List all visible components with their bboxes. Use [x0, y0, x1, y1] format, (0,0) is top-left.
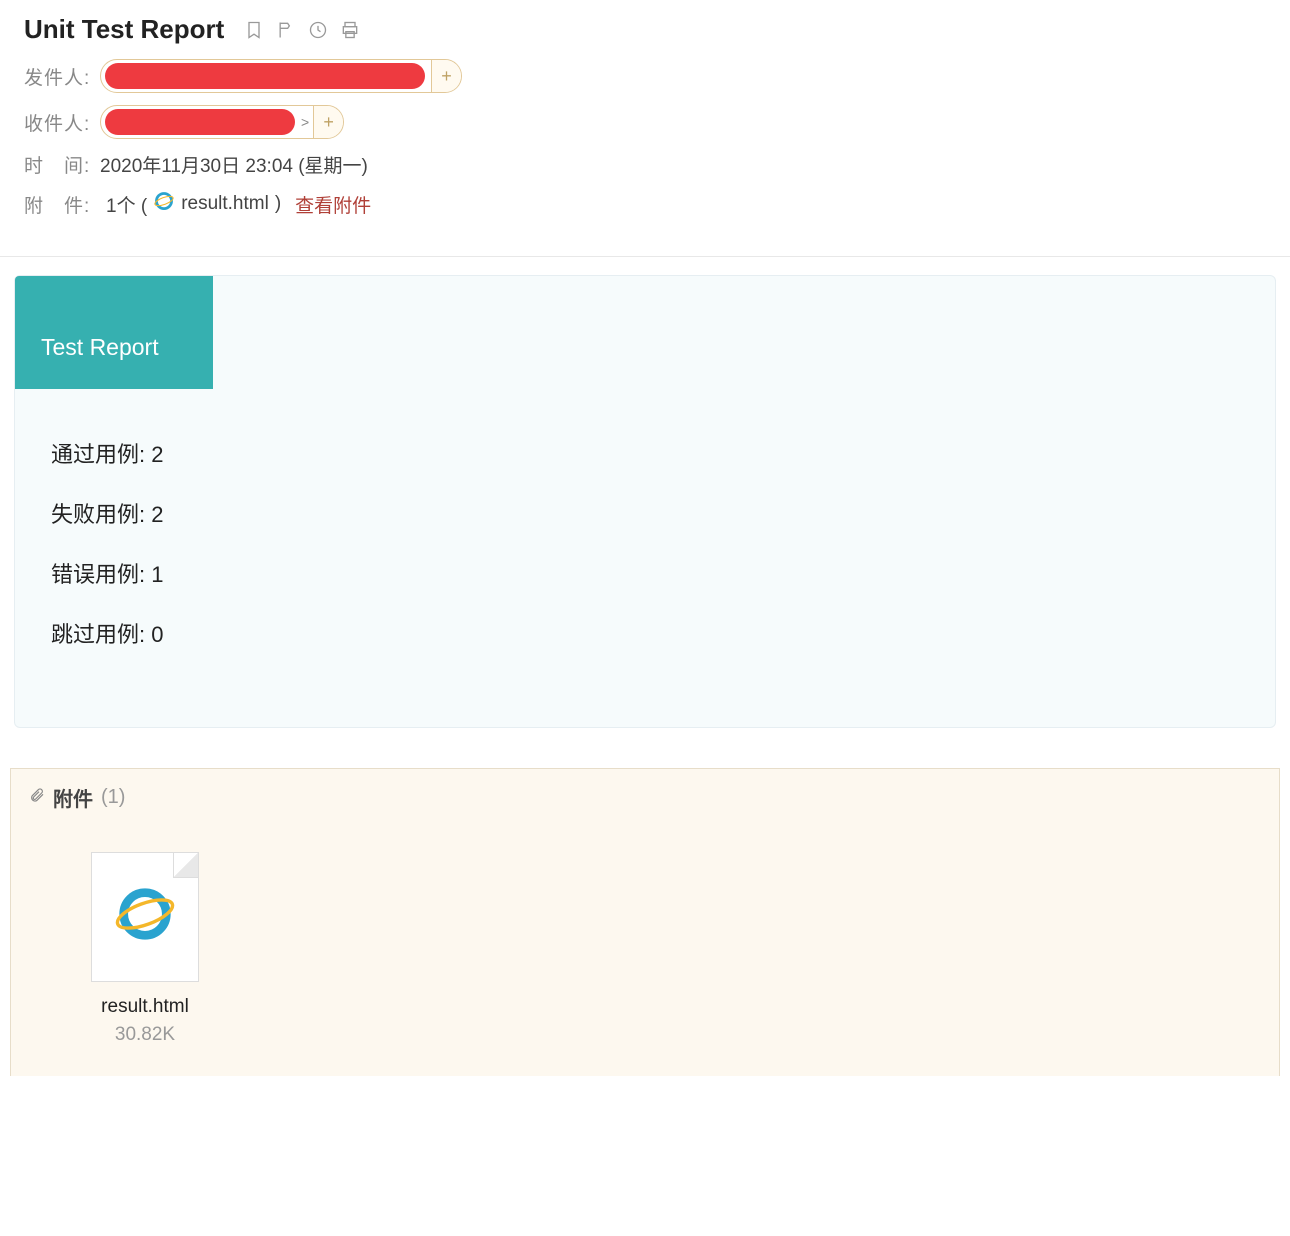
to-caret: > — [301, 114, 309, 130]
attachment-file-tile[interactable]: result.html 30.82K — [75, 852, 215, 1046]
time-value: 2020年11月30日 23:04 (星期一) — [100, 151, 368, 178]
passed-label: 通过用例: — [51, 442, 145, 467]
add-from-button[interactable]: + — [431, 60, 461, 92]
to-label: 收件人: — [24, 109, 100, 136]
print-icon[interactable] — [340, 20, 360, 40]
skipped-label: 跳过用例: — [51, 622, 145, 647]
email-subject: Unit Test Report — [24, 14, 224, 45]
passed-stat: 通过用例: 2 — [51, 437, 1239, 469]
bookmark-icon[interactable] — [244, 20, 264, 40]
error-label: 错误用例: — [51, 562, 145, 587]
time-row: 时 间: 2020年11月30日 23:04 (星期一) — [24, 151, 1266, 178]
ie-icon — [114, 883, 176, 951]
email-header: Unit Test Report 发件人: + 收件人: > — [0, 0, 1290, 246]
header-divider — [0, 256, 1290, 257]
to-redacted — [105, 109, 295, 135]
file-thumb — [91, 852, 199, 982]
report-tab-title: Test Report — [15, 276, 213, 389]
view-attachment-link[interactable]: 查看附件 — [295, 191, 371, 218]
attach-close-paren: ) — [275, 193, 281, 215]
failed-stat: 失败用例: 2 — [51, 497, 1239, 529]
failed-value: 2 — [151, 502, 163, 527]
failed-label: 失败用例: — [51, 502, 145, 527]
from-redacted — [105, 63, 425, 89]
attachment-file-name: result.html — [75, 996, 215, 1018]
skipped-value: 0 — [151, 622, 163, 647]
attach-file-name: result.html — [181, 193, 269, 215]
attachment-panel-count: (1) — [101, 786, 125, 809]
clock-icon[interactable] — [308, 20, 328, 40]
email-action-icons — [244, 20, 360, 40]
report-body: 通过用例: 2 失败用例: 2 错误用例: 1 跳过用例: 0 — [15, 389, 1275, 649]
error-value: 1 — [151, 562, 163, 587]
test-report-card: Test Report 通过用例: 2 失败用例: 2 错误用例: 1 跳过用例… — [14, 275, 1276, 728]
add-to-button[interactable]: + — [313, 106, 343, 138]
time-label: 时 间: — [24, 151, 100, 178]
flag-icon[interactable] — [276, 20, 296, 40]
subject-row: Unit Test Report — [24, 14, 1266, 45]
attachment-file-size: 30.82K — [75, 1024, 215, 1046]
to-pill[interactable]: > + — [100, 105, 344, 139]
to-row: 收件人: > + — [24, 105, 1266, 139]
attachment-row: 附 件: 1个 ( result.html ) 查看附件 — [24, 190, 1266, 218]
attachment-panel: 附件 (1) result.html 30.82K — [10, 768, 1280, 1076]
from-pill[interactable]: + — [100, 59, 462, 93]
paperclip-icon — [29, 786, 45, 810]
ie-icon — [153, 190, 175, 218]
attachment-panel-title: 附件 — [53, 783, 93, 812]
from-label: 发件人: — [24, 63, 100, 90]
attach-count: 1个 ( — [106, 191, 147, 218]
error-stat: 错误用例: 1 — [51, 557, 1239, 589]
attach-label: 附 件: — [24, 191, 100, 218]
skipped-stat: 跳过用例: 0 — [51, 617, 1239, 649]
from-row: 发件人: + — [24, 59, 1266, 93]
attachment-panel-header: 附件 (1) — [29, 783, 1261, 812]
passed-value: 2 — [151, 442, 163, 467]
